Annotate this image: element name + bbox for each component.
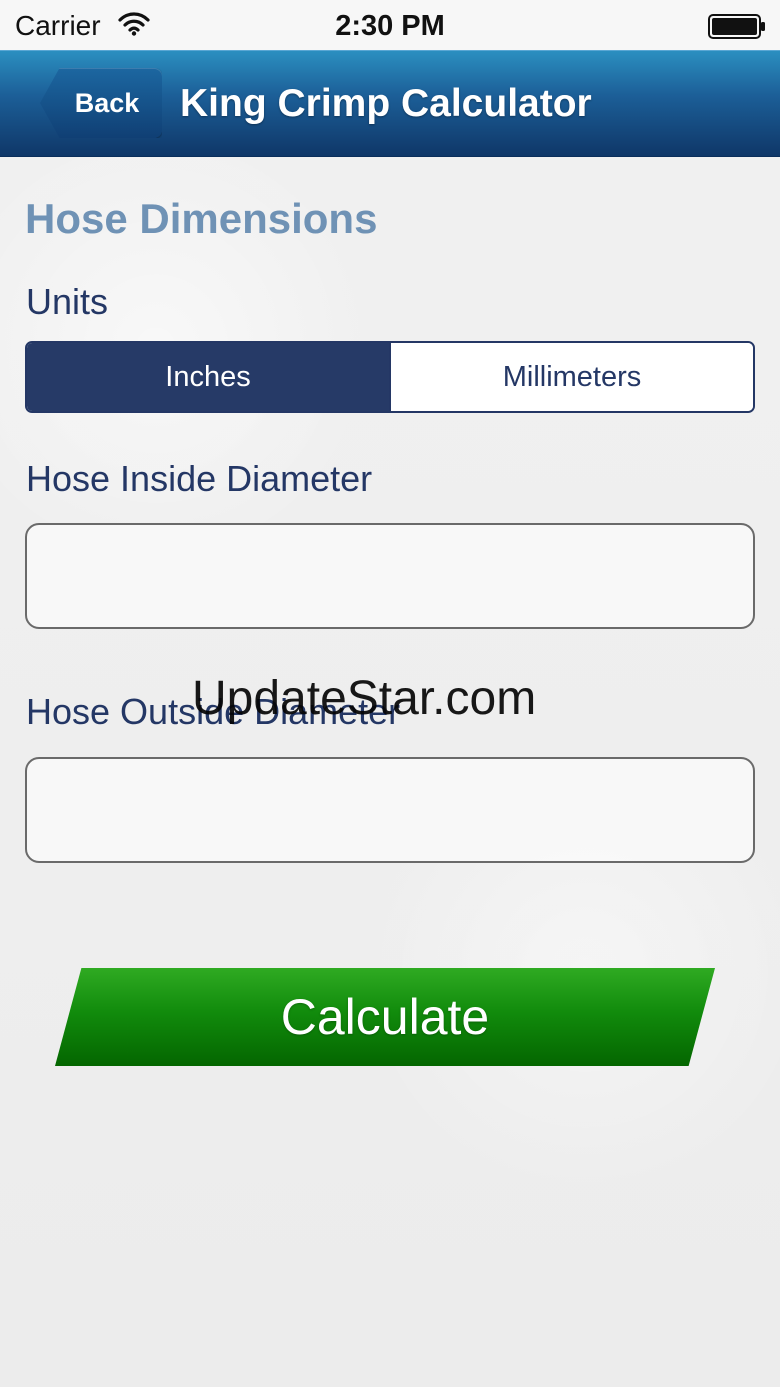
section-title: Hose Dimensions — [25, 195, 378, 242]
outside-diameter-input[interactable] — [25, 757, 755, 863]
status-time: 2:30 PM — [335, 10, 445, 42]
app-screen: Carrier 2:30 PM Back King Crimp Calculat… — [0, 0, 780, 1387]
calculate-button[interactable]: Calculate — [55, 968, 715, 1066]
units-label: Units — [26, 281, 109, 322]
watermark-text: UpdateStar.com — [192, 672, 537, 725]
back-button[interactable]: Back — [40, 68, 162, 138]
inside-diameter-label: Hose Inside Diameter — [26, 458, 373, 499]
units-segmented-control: Inches Millimeters — [25, 341, 755, 413]
status-bar: Carrier 2:30 PM — [0, 0, 780, 50]
battery-icon — [708, 14, 765, 39]
inside-diameter-input[interactable] — [25, 523, 755, 629]
navigation-bar: Back King Crimp Calculator — [0, 50, 780, 157]
units-option-millimeters[interactable]: Millimeters — [389, 343, 753, 411]
page-title: King Crimp Calculator — [180, 82, 592, 125]
units-option-inches[interactable]: Inches — [27, 343, 389, 411]
